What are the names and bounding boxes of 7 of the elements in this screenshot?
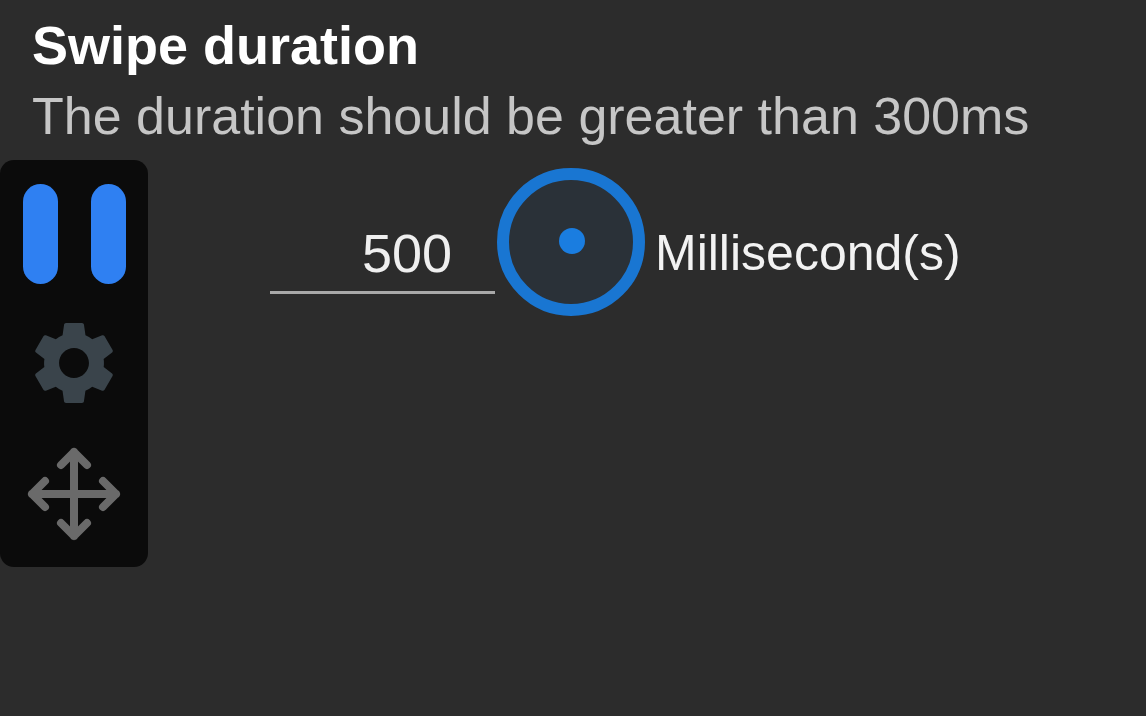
setting-title: Swipe duration — [32, 14, 421, 76]
touch-indicator-icon — [497, 168, 645, 316]
setting-description: The duration should be greater than 300ms — [32, 86, 1031, 147]
duration-field[interactable]: 500 — [270, 222, 495, 294]
pause-icon[interactable] — [22, 184, 126, 284]
unit-label: Millisecond(s) — [655, 224, 961, 283]
settings-icon[interactable] — [34, 321, 114, 405]
